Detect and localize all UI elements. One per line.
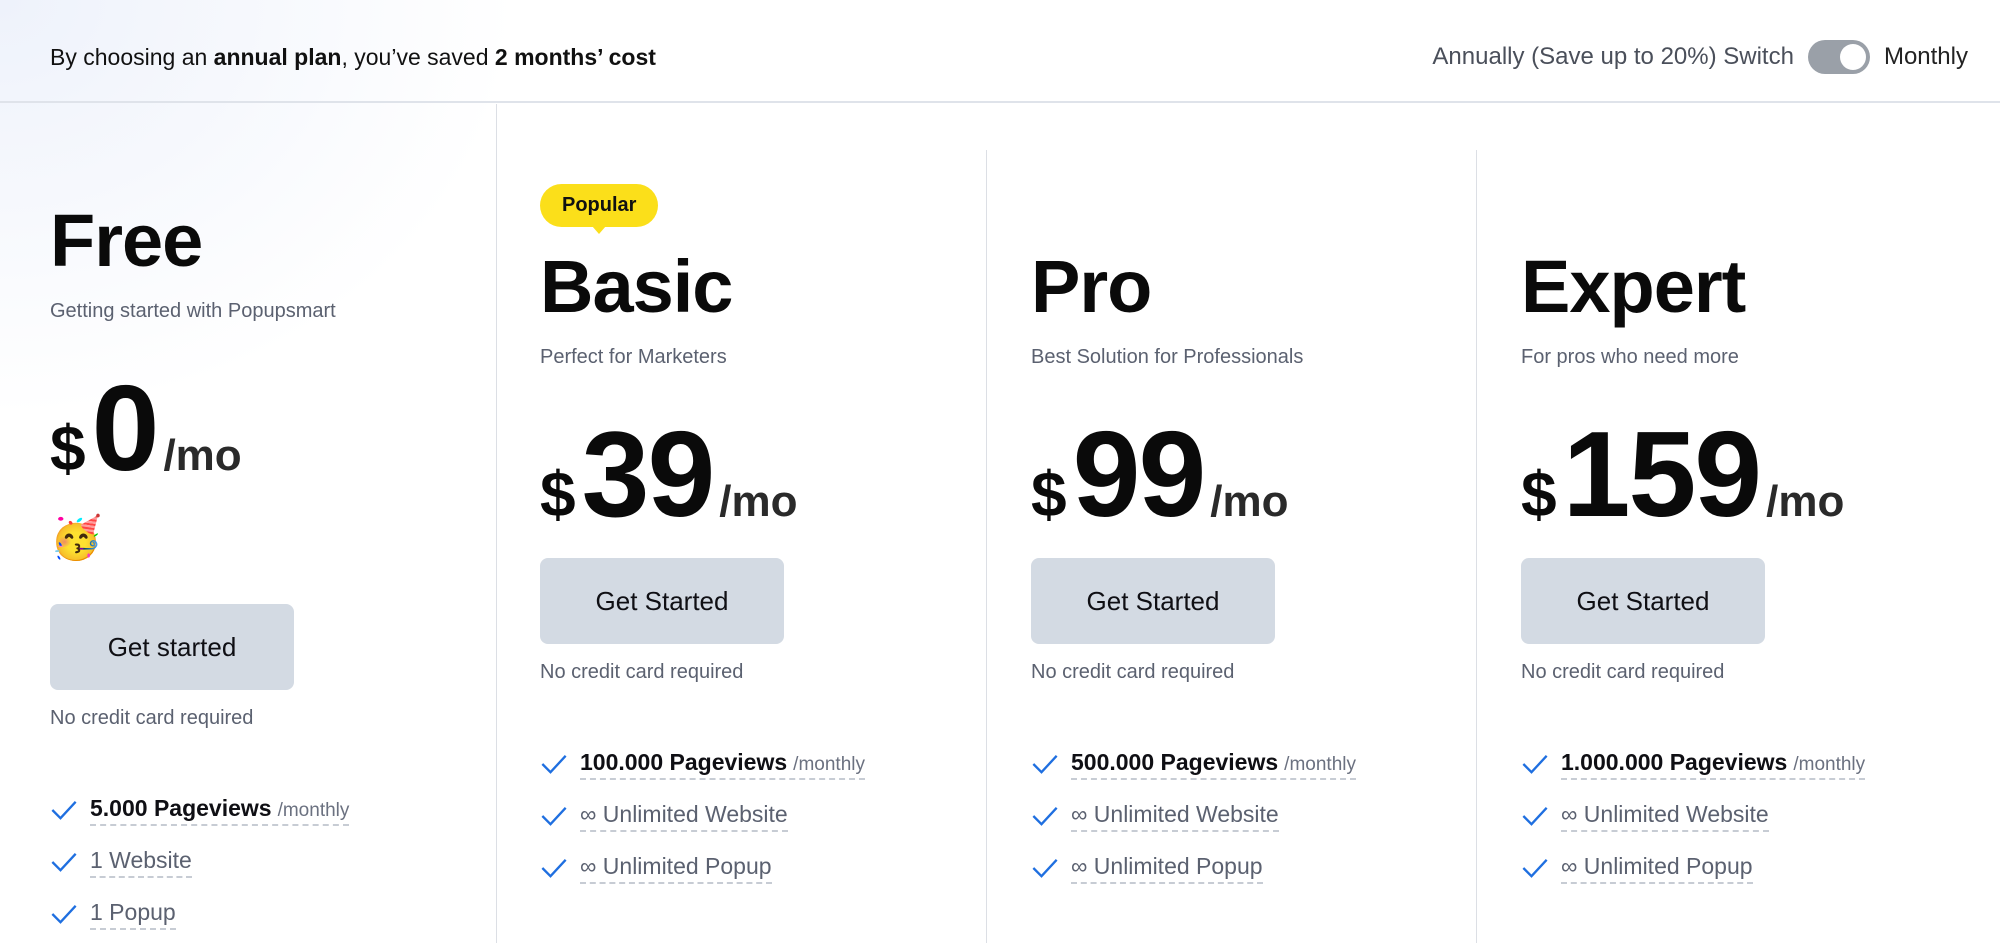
price-amount: 99 xyxy=(1072,406,1207,542)
no-credit-card-note: No credit card required xyxy=(1521,661,1725,683)
feature-list: 500.000 Pageviews/monthly ∞ Unlimited We… xyxy=(1031,738,1356,894)
plan-subtitle: Getting started with Popupsmart xyxy=(50,300,336,322)
column-divider xyxy=(496,104,497,943)
feature-item: ∞ Unlimited Website xyxy=(1031,790,1356,842)
no-credit-card-note: No credit card required xyxy=(540,661,744,683)
feature-popups[interactable]: ∞ Unlimited Popup xyxy=(1071,853,1263,884)
savings-message: By choosing an annual plan, you’ve saved… xyxy=(50,44,656,70)
feature-popups[interactable]: 1 Popup xyxy=(90,899,176,930)
check-icon xyxy=(1032,807,1058,826)
plan-subtitle: For pros who need more xyxy=(1521,346,1739,368)
check-icon xyxy=(51,853,77,872)
currency-symbol: $ xyxy=(540,458,576,530)
feature-popups[interactable]: ∞ Unlimited Popup xyxy=(580,853,772,884)
feature-websites[interactable]: ∞ Unlimited Website xyxy=(580,801,788,832)
billing-switch: Annually (Save up to 20%) Switch Monthly xyxy=(1432,40,1968,74)
feature-websites[interactable]: ∞ Unlimited Website xyxy=(1071,801,1279,832)
feature-item: 500.000 Pageviews/monthly xyxy=(1031,738,1356,790)
get-started-button[interactable]: Get Started xyxy=(540,558,784,644)
check-icon xyxy=(541,807,567,826)
check-icon xyxy=(1522,755,1548,774)
plan-price: $0/mo xyxy=(50,358,242,498)
column-divider xyxy=(986,150,987,943)
column-divider xyxy=(1476,150,1477,943)
feature-list: 100.000 Pageviews/monthly ∞ Unlimited We… xyxy=(540,738,865,894)
plan-price: $39/mo xyxy=(540,404,798,544)
feature-item: 1 Popup xyxy=(50,888,349,940)
plan-name: Basic xyxy=(540,245,733,328)
feature-item: ∞ Unlimited Popup xyxy=(540,842,865,894)
feature-item: 100.000 Pageviews/monthly xyxy=(540,738,865,790)
feature-pageviews[interactable]: 5.000 Pageviews/monthly xyxy=(90,795,350,826)
plan-subtitle: Perfect for Marketers xyxy=(540,346,727,368)
check-icon xyxy=(541,755,567,774)
billing-banner: By choosing an annual plan, you’ve saved… xyxy=(0,0,2000,103)
currency-symbol: $ xyxy=(1521,458,1557,530)
monthly-label[interactable]: Monthly xyxy=(1884,43,1968,71)
plan-price: $159/mo xyxy=(1521,404,1844,544)
get-started-button[interactable]: Get started xyxy=(50,604,294,690)
partying-face-emoji-icon: 🥳 xyxy=(50,514,103,561)
feature-item: ∞ Unlimited Website xyxy=(540,790,865,842)
toggle-knob xyxy=(1839,44,1866,70)
get-started-button[interactable]: Get Started xyxy=(1521,558,1765,644)
feature-websites[interactable]: 1 Website xyxy=(90,847,192,878)
feature-pageviews[interactable]: 1.000.000 Pageviews/monthly xyxy=(1561,749,1866,780)
price-period: /mo xyxy=(1210,477,1289,526)
feature-item: ∞ Unlimited Popup xyxy=(1521,842,1865,894)
feature-item: ∞ Unlimited Popup xyxy=(1031,842,1356,894)
feature-pageviews[interactable]: 100.000 Pageviews/monthly xyxy=(580,749,865,780)
feature-list: 5.000 Pageviews/monthly 1 Website 1 Popu… xyxy=(50,784,350,940)
check-icon xyxy=(1032,859,1058,878)
check-icon xyxy=(541,859,567,878)
feature-item: ∞ Unlimited Website xyxy=(1521,790,1865,842)
feature-websites[interactable]: ∞ Unlimited Website xyxy=(1561,801,1769,832)
price-period: /mo xyxy=(1766,477,1845,526)
get-started-button[interactable]: Get Started xyxy=(1031,558,1275,644)
feature-item: 1.000.000 Pageviews/monthly xyxy=(1521,738,1866,790)
feature-list: 1.000.000 Pageviews/monthly ∞ Unlimited … xyxy=(1521,738,1866,894)
annually-label[interactable]: Annually (Save up to 20%) Switch xyxy=(1432,43,1794,71)
no-credit-card-note: No credit card required xyxy=(50,707,254,729)
currency-symbol: $ xyxy=(50,412,86,484)
no-credit-card-note: No credit card required xyxy=(1031,661,1235,683)
feature-item: 1 Website xyxy=(50,836,349,888)
price-period: /mo xyxy=(163,431,242,480)
plan-name: Pro xyxy=(1031,245,1152,328)
feature-item: 5.000 Pageviews/monthly xyxy=(50,784,350,836)
billing-toggle[interactable] xyxy=(1807,40,1870,74)
check-icon xyxy=(1522,807,1548,826)
currency-symbol: $ xyxy=(1031,458,1067,530)
price-amount: 39 xyxy=(581,406,716,542)
feature-popups[interactable]: ∞ Unlimited Popup xyxy=(1561,853,1753,884)
plan-name: Free xyxy=(50,199,203,282)
check-icon xyxy=(1522,859,1548,878)
price-period: /mo xyxy=(719,477,798,526)
check-icon xyxy=(51,801,77,820)
popular-badge: Popular xyxy=(540,184,659,234)
check-icon xyxy=(51,905,77,924)
feature-pageviews[interactable]: 500.000 Pageviews/monthly xyxy=(1071,749,1356,780)
plan-name: Expert xyxy=(1521,245,1746,328)
price-amount: 159 xyxy=(1562,406,1763,542)
check-icon xyxy=(1032,755,1058,774)
plan-subtitle: Best Solution for Professionals xyxy=(1031,346,1304,368)
plan-price: $99/mo xyxy=(1031,404,1289,544)
price-amount: 0 xyxy=(91,360,160,496)
